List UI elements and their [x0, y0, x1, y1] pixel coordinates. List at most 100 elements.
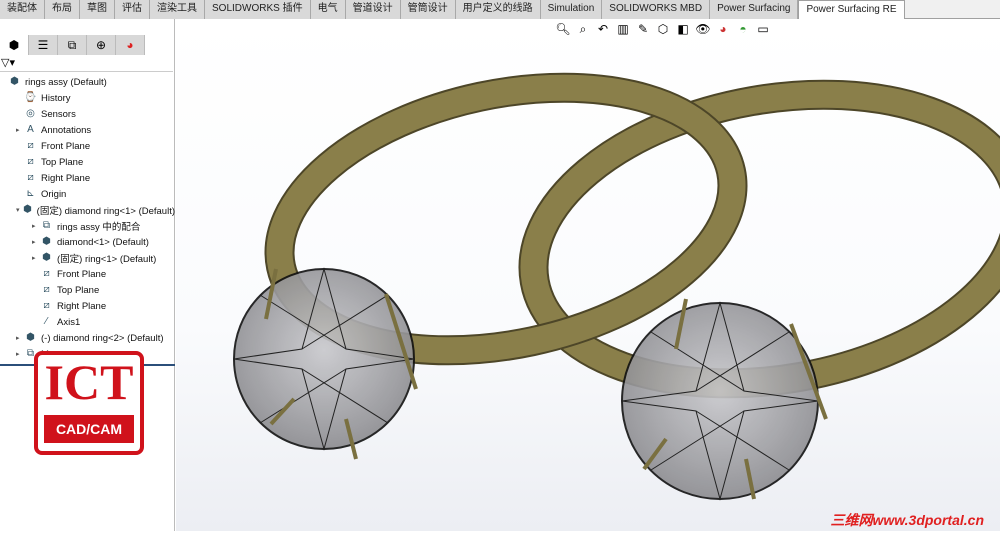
view-orientation-icon[interactable]: ⬡	[655, 22, 671, 37]
feature-manager-tab-icon[interactable]: ⬢	[0, 35, 29, 55]
hide-show-icon[interactable]: 👁︎	[695, 22, 711, 37]
tree-item[interactable]: ▾ ⬢ (固定) diamond ring<1> (Default)	[0, 202, 175, 218]
tree-item[interactable]: ◎ Sensors	[0, 106, 175, 122]
apply-scene-icon[interactable]: ◓	[735, 22, 751, 37]
logo-subtext: CAD/CAM	[44, 415, 134, 443]
tree-item-label: Front Plane	[41, 140, 91, 152]
tree-item[interactable]: ▸ ⬢ (固定) ring<1> (Default)	[0, 250, 175, 266]
tab-4[interactable]: 渲染工具	[150, 0, 205, 19]
tree-item-label: Top Plane	[57, 284, 100, 296]
tree-item[interactable]: ▸ A Annotations	[0, 122, 175, 138]
tree-item-label: rings assy (Default)	[25, 76, 107, 88]
expand-arrow-icon[interactable]: ▸	[32, 238, 40, 246]
dynamic-annotation-icon[interactable]: ✎	[635, 22, 651, 37]
tab-3[interactable]: 评估	[115, 0, 150, 19]
heads-up-view-toolbar: 🔍︎ ⌕ ↶ ▥ ✎ ⬡ ◧ 👁︎ ◕ ◓ ▭	[555, 22, 771, 37]
plane-icon: ⧄	[43, 284, 50, 295]
rings-model[interactable]	[176, 19, 1000, 531]
zoom-to-area-icon[interactable]: ⌕	[575, 22, 591, 37]
plane-icon: ⧄	[27, 172, 34, 183]
tree-item-label: Right Plane	[57, 300, 107, 312]
tree-item[interactable]: ⧄ Front Plane	[0, 138, 175, 154]
tree-item[interactable]: ⊾ Origin	[0, 186, 175, 202]
tree-item-label: Top Plane	[41, 156, 84, 168]
part-icon: ⬢	[42, 252, 51, 263]
command-manager-tabs: 装配体 布局 草图 评估 渲染工具 SOLIDWORKS 插件 电气 管道设计 管筒设计 用户定义…	[0, 0, 1000, 19]
section-view-icon[interactable]: ▥	[615, 22, 631, 37]
diamond-1	[233, 267, 418, 460]
assembly-icon: ⬢	[10, 76, 19, 87]
tab-5[interactable]: SOLIDWORKS 插件	[205, 0, 311, 19]
subassembly-icon: ⬢	[23, 204, 32, 215]
feature-manager-panel: ⬢ ☰ ⧉ ⊕ ◕ ▽▾ ⬢ rings assy (Default) ⌚ Histo…	[0, 19, 175, 531]
expand-arrow-icon[interactable]: ▸	[16, 334, 24, 342]
tree-item[interactable]: ⧄ Top Plane	[0, 282, 175, 298]
tree-item[interactable]: ⌚ History	[0, 90, 175, 106]
tree-item-label: Annotations	[41, 124, 92, 136]
property-manager-tab-icon[interactable]: ☰	[29, 35, 58, 55]
expand-arrow-icon[interactable]: ▸	[32, 254, 40, 262]
plane-icon: ⧄	[27, 156, 34, 167]
tab-13[interactable]: Power Surfacing RE	[798, 0, 905, 19]
annotations-icon: A	[27, 124, 34, 135]
diamond-2	[621, 298, 828, 501]
tab-12[interactable]: Power Surfacing	[710, 0, 799, 19]
expand-arrow-icon[interactable]: ▸	[16, 350, 24, 358]
tab-8[interactable]: 管筒设计	[400, 0, 456, 19]
tab-10[interactable]: Simulation	[540, 0, 603, 19]
tree-item-label: (-) diamond ring<2> (Default)	[41, 332, 164, 344]
tab-0[interactable]: 装配体	[0, 0, 45, 19]
display-style-icon[interactable]: ◧	[675, 22, 691, 37]
zoom-to-fit-icon[interactable]: 🔍︎	[555, 22, 571, 37]
tree-item[interactable]: ⧄ Right Plane	[0, 170, 175, 186]
tab-11[interactable]: SOLIDWORKS MBD	[602, 0, 711, 19]
part-icon: ⬢	[42, 236, 51, 247]
tree-item-label: Sensors	[41, 108, 76, 120]
tab-6[interactable]: 电气	[310, 0, 346, 19]
mates-icon: ⧉	[42, 220, 51, 231]
tab-1[interactable]: 布局	[45, 0, 80, 19]
subassembly-icon: ⬢	[26, 332, 35, 343]
history-icon: ⌚	[24, 92, 37, 103]
tree-item[interactable]: ⁄ Axis1	[0, 314, 175, 330]
tree-item[interactable]: ▸ ⬢ (-) diamond ring<2> (Default)	[0, 330, 175, 346]
tree-item-label: History	[41, 92, 71, 104]
filter-icon[interactable]: ▽▾	[0, 56, 173, 72]
tree-item-label: Origin	[41, 188, 67, 200]
expand-arrow-icon[interactable]: ▸	[16, 126, 24, 134]
tree-item-label: Axis1	[57, 316, 81, 328]
tree-item[interactable]: ▸ ⬢ diamond<1> (Default)	[0, 234, 175, 250]
previous-view-icon[interactable]: ↶	[595, 22, 611, 37]
tree-item-label: diamond<1> (Default)	[57, 236, 149, 248]
logo-text: ICT	[44, 354, 134, 410]
tree-item[interactable]: ⧄ Right Plane	[0, 298, 175, 314]
tree-item[interactable]: ⧄ Top Plane	[0, 154, 175, 170]
tree-item[interactable]: ▸ ⧉ rings assy 中的配合	[0, 218, 175, 234]
configuration-manager-tab-icon[interactable]: ⧉	[58, 35, 87, 55]
display-manager-tab-icon[interactable]: ◕	[116, 35, 145, 55]
tab-9[interactable]: 用户定义的线路	[455, 0, 541, 19]
axis-icon: ⁄	[45, 316, 48, 327]
plane-icon: ⧄	[27, 140, 34, 151]
edit-appearance-icon[interactable]: ◕	[715, 22, 731, 37]
tab-2[interactable]: 草图	[80, 0, 115, 19]
tree-item-label: Front Plane	[57, 268, 107, 280]
tree-item[interactable]: ⧄ Front Plane	[0, 266, 175, 282]
tree-item-label: (固定) ring<1> (Default)	[57, 254, 157, 265]
origin-icon: ⊾	[26, 188, 35, 199]
dimxpert-tab-icon[interactable]: ⊕	[87, 35, 116, 55]
sensors-icon: ◎	[26, 108, 35, 119]
tree-item-label: rings assy 中的配合	[57, 222, 141, 233]
feature-tree: ⬢ rings assy (Default) ⌚ History ◎ Sensors ▸ A A…	[0, 74, 175, 362]
watermark: 三维网www.3dportal.cn	[830, 512, 985, 528]
expand-arrow-icon[interactable]: ▸	[32, 222, 40, 230]
view-settings-icon[interactable]: ▭	[755, 22, 771, 37]
tree-item-label: (固定) diamond ring<1> (Default)	[36, 206, 175, 217]
ict-logo: ICT CAD/CAM	[34, 351, 144, 455]
tree-item-label: Right Plane	[41, 172, 91, 184]
panel-tabs: ⬢ ☰ ⧉ ⊕ ◕	[0, 35, 175, 55]
tab-7[interactable]: 管道设计	[345, 0, 401, 19]
graphics-area[interactable]	[176, 19, 1000, 531]
tree-item[interactable]: ⬢ rings assy (Default)	[0, 74, 175, 90]
plane-icon: ⧄	[43, 268, 50, 279]
